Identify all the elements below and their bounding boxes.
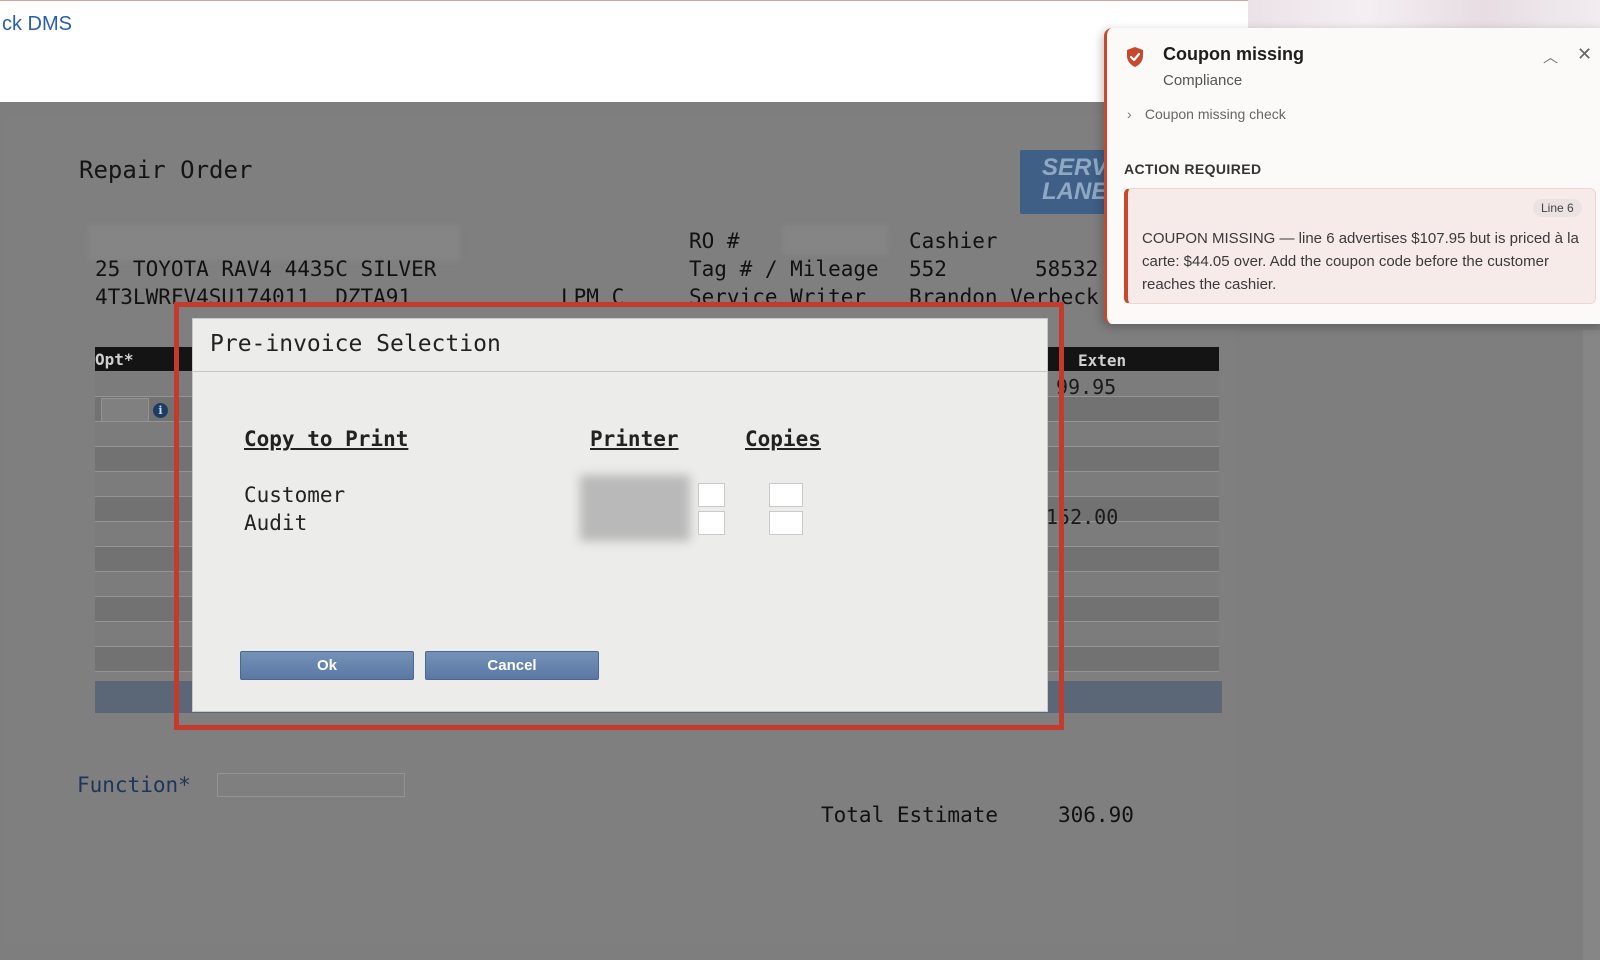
dialog-header: Pre-invoice Selection bbox=[193, 319, 1047, 372]
notification-subtitle: Compliance bbox=[1163, 72, 1243, 89]
tag-number: 552 bbox=[909, 257, 947, 281]
notification-title: Coupon missing bbox=[1163, 44, 1304, 64]
audit-copies-input[interactable] bbox=[769, 511, 803, 535]
redacted-printer-names bbox=[580, 475, 690, 541]
row1-exten-value: 99.95 bbox=[1056, 375, 1117, 399]
redacted-customer-name bbox=[88, 225, 460, 261]
column-header-opt: Opt* bbox=[95, 350, 134, 369]
redacted-ro-number bbox=[782, 225, 888, 255]
ro-label: RO # bbox=[689, 229, 740, 253]
action-required-heading: ACTION REQUIRED bbox=[1124, 161, 1262, 177]
customer-copies-input[interactable] bbox=[769, 483, 803, 507]
line-badge: Line 6 bbox=[1533, 199, 1582, 217]
action-card: Line 6 COUPON MISSING — line 6 advertise… bbox=[1124, 188, 1596, 304]
check-label: Coupon missing check bbox=[1144, 106, 1286, 122]
total-estimate-value: 306.90 bbox=[1058, 803, 1134, 827]
column-header-copies: Copies bbox=[745, 427, 821, 451]
page-scrollbar[interactable] bbox=[1583, 330, 1600, 960]
collapse-chevron-up-icon[interactable]: ︿ bbox=[1543, 46, 1558, 67]
close-icon[interactable]: ✕ bbox=[1577, 44, 1592, 65]
info-icon[interactable]: i bbox=[153, 403, 168, 418]
tag-mileage-label: Tag # / Mileage bbox=[689, 257, 879, 281]
cancel-button[interactable]: Cancel bbox=[425, 651, 599, 680]
copy-label-audit: Audit bbox=[244, 511, 308, 535]
function-label: Function* bbox=[77, 773, 191, 797]
shield-check-icon bbox=[1127, 47, 1143, 67]
dialog-title: Pre-invoice Selection bbox=[210, 331, 501, 357]
opt-input[interactable] bbox=[101, 398, 149, 422]
pre-invoice-dialog: Pre-invoice Selection Copy to Print Prin… bbox=[193, 319, 1047, 711]
ok-button[interactable]: Ok bbox=[240, 651, 414, 680]
function-input[interactable] bbox=[217, 773, 405, 797]
chevron-right-icon: › bbox=[1127, 106, 1132, 122]
audit-printer-checkbox[interactable] bbox=[698, 511, 725, 535]
column-header-copy-to-print: Copy to Print bbox=[244, 427, 409, 451]
cashier-label: Cashier bbox=[909, 229, 998, 253]
app-header: ck DMS bbox=[0, 0, 1248, 103]
servlane-logo: SERV LANE bbox=[1020, 150, 1110, 214]
customer-printer-checkbox[interactable] bbox=[698, 483, 725, 507]
mileage-value: 58532 bbox=[1035, 257, 1099, 281]
action-message: COUPON MISSING — line 6 advertises $107.… bbox=[1142, 230, 1579, 293]
column-header-printer: Printer bbox=[590, 427, 679, 451]
logo-text: SERV LANE bbox=[1042, 154, 1108, 205]
coupon-check-expander[interactable]: › Coupon missing check bbox=[1127, 106, 1286, 122]
column-header-exten: Exten bbox=[1078, 351, 1127, 370]
app-title: ck DMS bbox=[2, 13, 72, 35]
page-title: Repair Order bbox=[79, 156, 253, 184]
compliance-notification: Coupon missing Compliance ︿ ✕ › Coupon m… bbox=[1104, 28, 1600, 324]
vehicle-description: 25 TOYOTA RAV4 4435C SILVER bbox=[95, 257, 437, 281]
total-estimate-label: Total Estimate bbox=[821, 803, 999, 827]
copy-label-customer: Customer bbox=[244, 483, 346, 507]
